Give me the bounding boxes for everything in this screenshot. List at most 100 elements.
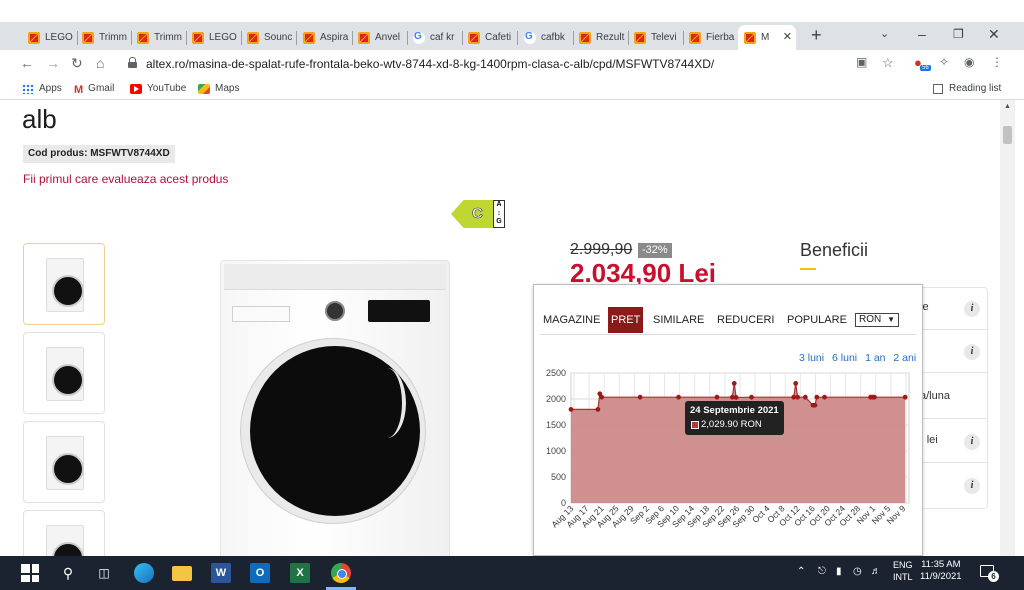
task-view-icon[interactable]: ◫ (94, 563, 114, 583)
product-main-image[interactable] (220, 260, 450, 556)
restore-icon[interactable]: ❐ (953, 26, 964, 42)
price-point (802, 394, 808, 400)
range-2-years[interactable]: 2 ani (893, 352, 916, 364)
tab-title: Anvel (375, 32, 401, 43)
browser-tab[interactable]: Trimm (131, 25, 187, 50)
info-icon[interactable]: i (964, 301, 980, 317)
thumbnail-1[interactable] (23, 243, 105, 325)
tab-pret[interactable]: PRET (608, 307, 644, 333)
bookmark-gmail[interactable]: M Gmail (74, 83, 114, 96)
windows-start-icon[interactable] (21, 564, 39, 582)
url-text[interactable]: altex.ro/masina-de-spalat-rufe-frontala-… (146, 57, 714, 71)
search-icon[interactable]: ⚲ (58, 563, 78, 583)
tab-strip: LEGO Trimm Trimm LEGO Sounc Aspira Anvel caf kr… (0, 22, 1024, 50)
benefits-title: Beneficii (800, 240, 869, 260)
browser-tab[interactable]: caf kr (407, 25, 463, 50)
bookmark-youtube[interactable]: YouTube (130, 83, 186, 94)
browser-tab[interactable]: Rezult (573, 25, 629, 50)
info-icon[interactable]: i (964, 478, 980, 494)
tab-title: Televi (651, 32, 677, 43)
translate-icon[interactable]: ▣ (856, 55, 867, 69)
thumbnail-2[interactable] (23, 332, 105, 414)
reading-list-button[interactable]: Reading list (933, 83, 1001, 94)
lock-icon[interactable] (128, 57, 137, 68)
old-price: 2.999,90 (570, 241, 633, 258)
price-point (599, 394, 605, 400)
outlook-icon[interactable]: O (250, 563, 270, 583)
menu-kebab-icon[interactable]: ⋮ (991, 55, 1003, 69)
profile-avatar-icon[interactable]: ◉ (964, 55, 974, 69)
browser-tab[interactable]: Televi (628, 25, 684, 50)
bookmark-maps[interactable]: Maps (198, 83, 239, 94)
reload-icon[interactable]: ↻ (71, 55, 83, 71)
scroll-thumb[interactable] (1003, 126, 1012, 144)
word-icon[interactable]: W (211, 563, 231, 583)
info-icon[interactable]: i (964, 434, 980, 450)
battery-icon[interactable]: ▮ (836, 566, 842, 577)
back-arrow-icon[interactable]: ← (20, 55, 34, 71)
gmail-icon: M (74, 83, 84, 96)
notifications-button[interactable]: 6 (980, 563, 1000, 583)
price-chart[interactable]: 0 500 1000 1500 2000 2500 Aug 13 Aug 17 Aug 21 Au… (534, 365, 924, 545)
puzzle-extensions-icon[interactable]: ✧ (939, 55, 949, 69)
language-indicator[interactable]: ENG INTL (893, 559, 913, 583)
range-1-year[interactable]: 1 an (865, 352, 885, 364)
forward-arrow-icon[interactable]: → (46, 55, 60, 71)
system-clock[interactable]: 11:35 AM 11/9/2021 (920, 559, 962, 583)
tab-populare[interactable]: POPULARE (787, 314, 847, 326)
washing-machine-thumb-image (46, 525, 84, 556)
price-point (637, 394, 643, 400)
browser-tab[interactable]: LEGO (186, 25, 242, 50)
price-history-popup: MAGAZINE PRET SIMILARE REDUCERI POPULARE… (533, 284, 923, 556)
volume-icon[interactable]: ♬ (871, 566, 881, 577)
tab-similare[interactable]: SIMILARE (653, 314, 704, 326)
thumbnail-4[interactable] (23, 510, 105, 556)
tab-reduceri[interactable]: REDUCERI (717, 314, 774, 326)
browser-tab[interactable]: Fierba (683, 25, 739, 50)
home-icon[interactable]: ⌂ (96, 55, 104, 71)
address-bar[interactable]: altex.ro/masina-de-spalat-rufe-frontala-… (118, 53, 1010, 75)
tab-title: M (761, 32, 770, 43)
bookmark-star-icon[interactable]: ☆ (882, 55, 894, 71)
browser-tab[interactable]: Aspira (297, 25, 353, 50)
chrome-icon[interactable] (331, 563, 351, 583)
page-scrollbar[interactable]: ▲ (1000, 100, 1015, 556)
price-point (568, 407, 574, 412)
browser-tab[interactable]: Sounc (241, 25, 297, 50)
scroll-up-arrow-icon[interactable]: ▲ (1004, 103, 1011, 110)
range-3-months[interactable]: 3 luni (799, 352, 824, 364)
price-chart-svg[interactable]: 05001000150020002500Aug 13Aug 17Aug 21Au… (534, 365, 924, 545)
browser-tab[interactable]: LEGO (22, 25, 78, 50)
browser-tab[interactable]: Anvel (352, 25, 408, 50)
tab-close-icon[interactable]: ✕ (783, 30, 792, 43)
browser-tab[interactable]: Cafeti (462, 25, 518, 50)
browser-tab[interactable]: Trimm (76, 25, 132, 50)
energy-class-label[interactable]: C A ↕ G (451, 200, 506, 228)
currency-select[interactable]: RON ▼ (855, 313, 899, 327)
wifi-icon[interactable]: ◷ (853, 566, 862, 577)
excel-icon[interactable]: X (290, 563, 310, 583)
edge-browser-icon[interactable] (134, 563, 154, 583)
thumbnail-3[interactable] (23, 421, 105, 503)
usb-icon[interactable]: ⎋ (818, 566, 826, 577)
first-review-link[interactable]: Fii primul care evalueaza acest produs (23, 172, 228, 186)
close-window-icon[interactable]: ✕ (988, 26, 1000, 42)
browser-tab[interactable]: cafbk (518, 25, 574, 50)
info-icon[interactable]: i (964, 344, 980, 360)
tab-magazine[interactable]: MAGAZINE (543, 314, 600, 326)
price-point (902, 394, 908, 400)
browser-tab[interactable]: M ✕ (738, 25, 796, 50)
energy-scale: A ↕ G (493, 200, 505, 228)
extension-badge: 56 (920, 65, 931, 71)
new-tab-button[interactable]: + (811, 26, 822, 44)
minimize-icon[interactable]: – (918, 26, 926, 42)
tab-search-chevron-icon[interactable]: ⌄ (880, 27, 889, 40)
tab-title: Rezult (596, 32, 625, 43)
energy-scale-arrow-icon: ↕ (497, 209, 501, 217)
bookmark-apps[interactable]: Apps (22, 83, 62, 94)
file-explorer-icon[interactable] (172, 566, 192, 581)
tab-title: LEGO (209, 32, 237, 43)
price-point (595, 407, 601, 412)
range-6-months[interactable]: 6 luni (832, 352, 857, 364)
tray-chevron-up-icon[interactable]: ⌃ (797, 566, 805, 577)
